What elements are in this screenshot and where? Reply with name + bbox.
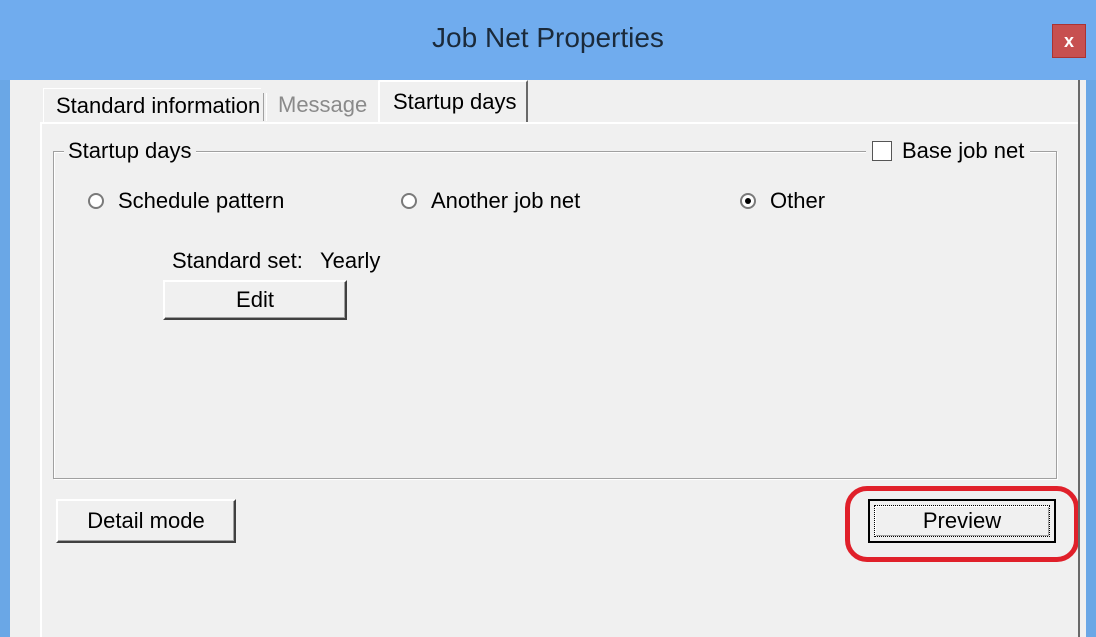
edit-button[interactable]: Edit — [163, 280, 347, 320]
tab-label: Startup days — [393, 89, 517, 114]
base-job-net-checkbox[interactable]: Base job net — [866, 138, 1031, 164]
tab-startup-days[interactable]: Startup days — [378, 80, 528, 122]
tab-label: Standard information — [56, 92, 261, 118]
group-legend: Startup days — [64, 138, 196, 164]
tab-standard-information[interactable]: Standard information — [43, 88, 267, 122]
highlight-ring — [845, 486, 1079, 562]
base-job-net-label: Base job net — [902, 138, 1025, 163]
close-icon: x — [1063, 30, 1074, 51]
tab-separator — [263, 93, 267, 121]
standard-set-label: Standard set: — [172, 248, 303, 273]
checkbox-box[interactable] — [872, 141, 892, 161]
radio-other[interactable]: Other — [740, 188, 825, 214]
detail-mode-label: Detail mode — [87, 508, 205, 533]
radio-label: Other — [770, 188, 826, 213]
radio-icon[interactable] — [88, 193, 104, 209]
detail-mode-button[interactable]: Detail mode — [56, 499, 236, 543]
tab-label: Message — [278, 92, 368, 117]
window-title: Job Net Properties — [432, 22, 664, 53]
radio-schedule-pattern[interactable]: Schedule pattern — [88, 188, 284, 214]
close-button[interactable]: x — [1052, 24, 1086, 58]
tab-message: Message — [278, 88, 367, 122]
radio-icon[interactable] — [401, 193, 417, 209]
radio-selected-icon[interactable] — [740, 193, 756, 209]
window-right-edge — [1078, 80, 1080, 637]
title-bar: Job Net Properties x — [0, 0, 1096, 80]
radio-another-job-net[interactable]: Another job net — [401, 188, 580, 214]
radio-label: Schedule pattern — [118, 188, 285, 213]
radio-label: Another job net — [431, 188, 581, 213]
standard-set-value: Yearly — [320, 248, 381, 273]
edit-button-label: Edit — [236, 287, 274, 312]
